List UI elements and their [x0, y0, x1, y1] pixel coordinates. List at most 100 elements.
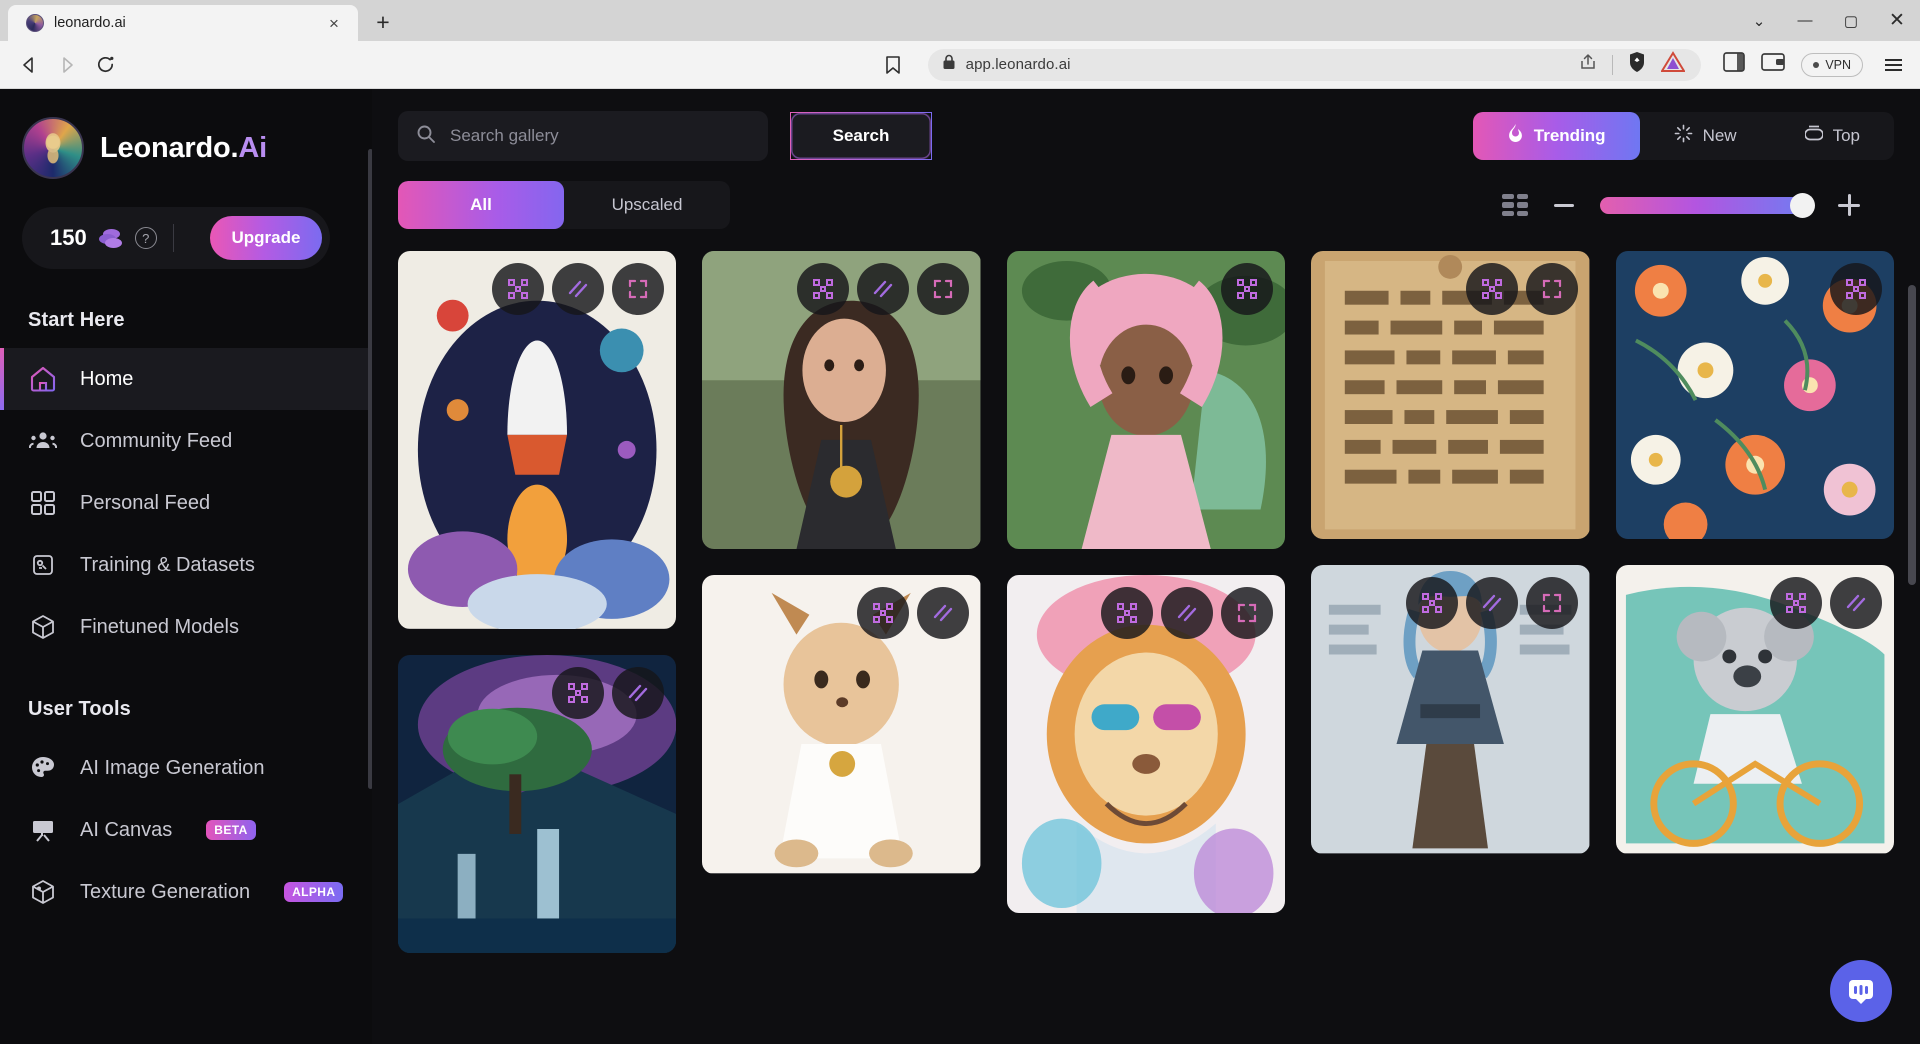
expand-icon[interactable] [1525, 577, 1578, 630]
vpn-toggle[interactable]: VPN [1801, 52, 1864, 77]
motion-icon[interactable] [552, 263, 605, 315]
tab-top[interactable]: Top [1771, 112, 1894, 160]
gallery-card[interactable] [398, 654, 677, 954]
gallery-card[interactable] [1311, 565, 1590, 854]
minimize-button[interactable]: — [1782, 0, 1828, 41]
sidebar-item-community-feed[interactable]: Community Feed [0, 410, 372, 472]
motion-icon[interactable] [1465, 577, 1518, 630]
remix-icon[interactable] [1221, 263, 1274, 315]
card-actions [1405, 577, 1578, 630]
remix-icon[interactable] [492, 263, 545, 315]
trophy-icon [1803, 124, 1824, 148]
sidebar-item-personal-feed[interactable]: Personal Feed [0, 472, 372, 534]
help-icon[interactable]: ? [134, 227, 157, 249]
tab-trending[interactable]: Trending [1472, 112, 1640, 160]
sidebar-item-label: Personal Feed [80, 491, 211, 514]
gallery-card[interactable] [1615, 565, 1894, 854]
minus-icon[interactable] [1554, 203, 1574, 207]
share-icon[interactable] [1578, 52, 1598, 77]
sidebar-item-training-datasets[interactable]: Training & Datasets [0, 534, 372, 596]
sidebar-item-ai-canvas[interactable]: AI Canvas BETA [0, 799, 372, 861]
sidebar-item-label: AI Image Generation [80, 756, 265, 779]
bookmark-icon[interactable] [876, 48, 910, 82]
motion-icon[interactable] [1161, 587, 1214, 640]
remix-icon[interactable] [1829, 263, 1882, 315]
sidebar-nav-start-here: Home Community Feed Personal Feed Traini… [0, 348, 372, 658]
motion-icon[interactable] [856, 263, 909, 315]
brand-name: Leonardo.Ai [100, 131, 267, 164]
sidebar-panel-icon[interactable] [1723, 52, 1746, 77]
close-icon[interactable]: × [322, 11, 346, 35]
gallery-card[interactable] [1006, 575, 1286, 914]
motion-icon[interactable] [916, 587, 969, 640]
zoom-slider[interactable] [1600, 192, 1815, 218]
chevron-down-icon[interactable]: ⌄ [1736, 0, 1782, 41]
wallet-icon[interactable] [1761, 52, 1786, 77]
sidebar-item-finetuned-models[interactable]: Finetuned Models [0, 596, 372, 658]
gallery-toolbar: Search gallery Search Trending New Top A… [372, 89, 1920, 229]
remix-icon[interactable] [1769, 577, 1822, 630]
expand-icon[interactable] [612, 263, 665, 315]
remix-icon[interactable] [1465, 263, 1518, 315]
tab-label: Trending [1533, 126, 1606, 145]
hamburger-menu-icon[interactable] [1879, 58, 1908, 71]
window-close-button[interactable]: ✕ [1874, 0, 1920, 41]
reload-icon[interactable] [88, 48, 122, 82]
motion-icon[interactable] [612, 666, 665, 719]
expand-icon[interactable] [916, 263, 969, 315]
status-badge: ALPHA [284, 882, 344, 902]
grid-icon [28, 488, 58, 518]
gallery-card[interactable] [1006, 251, 1286, 550]
sidebar-item-home[interactable]: Home [0, 348, 372, 410]
plus-icon[interactable] [1838, 194, 1860, 216]
page-scrollbar[interactable] [1908, 285, 1916, 585]
tab-label: Top [1832, 126, 1860, 145]
new-tab-button[interactable]: + [366, 5, 400, 39]
card-actions [552, 666, 665, 719]
bat-triangle-icon[interactable] [1660, 51, 1687, 78]
slider-knob[interactable] [1790, 192, 1815, 218]
tab-upscaled[interactable]: Upscaled [564, 181, 730, 229]
url-text: app.leonardo.ai [965, 56, 1071, 73]
leonardo-favicon-icon [26, 14, 44, 32]
expand-icon[interactable] [1221, 587, 1274, 640]
back-icon[interactable] [12, 48, 46, 82]
forward-icon[interactable] [50, 48, 84, 82]
url-bar[interactable]: app.leonardo.ai [927, 48, 1702, 81]
sparkle-icon [1674, 124, 1693, 148]
intercom-chat-icon[interactable] [1830, 960, 1892, 1022]
divider [172, 224, 174, 252]
gallery-card[interactable] [1615, 251, 1894, 540]
chip-icon [28, 550, 58, 580]
sidebar-item-ai-image-generation[interactable]: AI Image Generation [0, 737, 372, 799]
brave-shield-icon[interactable] [1627, 51, 1647, 78]
remix-icon[interactable] [856, 587, 909, 640]
sidebar-item-label: Training & Datasets [80, 553, 255, 576]
gallery-card[interactable] [702, 251, 981, 550]
sidebar-item-texture-generation[interactable]: Texture Generation ALPHA [0, 861, 372, 923]
maximize-button[interactable]: ▢ [1828, 0, 1874, 41]
remix-icon[interactable] [1101, 587, 1154, 640]
grid-density-icon[interactable] [1502, 194, 1528, 216]
browser-tab[interactable]: leonardo.ai × [8, 5, 358, 41]
remix-icon[interactable] [796, 263, 849, 315]
search-button[interactable]: Search [790, 112, 932, 160]
vpn-status-dot [1813, 61, 1820, 68]
upgrade-button[interactable]: Upgrade [210, 216, 322, 260]
remix-icon[interactable] [552, 666, 605, 719]
gallery-card[interactable] [702, 575, 981, 874]
gallery-card[interactable] [1311, 251, 1590, 540]
remix-icon[interactable] [1405, 577, 1458, 630]
divider [1612, 54, 1614, 75]
brand-logo-wrap[interactable]: Leonardo.Ai [0, 89, 372, 179]
expand-icon[interactable] [1525, 263, 1578, 315]
cube-icon [28, 612, 58, 642]
gallery[interactable] [372, 229, 1920, 1044]
search-input[interactable]: Search gallery [398, 111, 768, 161]
sidebar-item-label: Texture Generation [80, 880, 251, 903]
card-actions [1465, 263, 1578, 315]
motion-icon[interactable] [1829, 577, 1882, 630]
tab-all[interactable]: All [398, 181, 564, 229]
tab-new[interactable]: New [1640, 112, 1771, 160]
gallery-card[interactable] [398, 251, 677, 629]
